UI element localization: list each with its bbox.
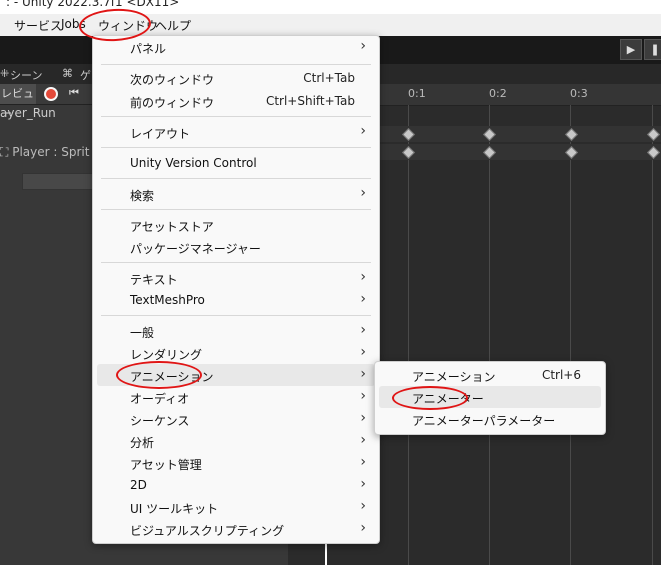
menu-separator [101,262,371,263]
keyframe-row [378,144,661,160]
menu-item-general[interactable]: 一般 › [97,320,375,342]
chevron-right-icon: › [360,476,366,492]
menu-item-ui-toolkit[interactable]: UI ツールキット › [97,496,375,518]
menu-item-audio[interactable]: オーディオ › [97,386,375,408]
menu-item-asset-management[interactable]: アセット管理 › [97,452,375,474]
menu-item-search[interactable]: 検索 › [97,183,375,205]
menu-separator [101,116,371,117]
window-title: : - Unity 2022.3.7f1 <DX11> [6,0,180,9]
title-bar: : - Unity 2022.3.7f1 <DX11> [0,0,661,14]
gamepad-icon: ⌘ [62,67,73,80]
chevron-right-icon: › [360,322,366,338]
chevron-right-icon: › [360,38,366,54]
timeline-gridline [570,105,571,565]
chevron-right-icon: › [360,185,366,201]
tab-game[interactable]: ゲ [80,67,91,83]
property-label: Player : Sprit [12,145,90,159]
sprite-icon: ⛶ [0,145,9,159]
menu-separator [101,147,371,148]
menu-jobs[interactable]: Jobs [61,17,86,31]
menu-item-text[interactable]: テキスト › [97,267,375,289]
menu-item-analysis[interactable]: 分析 › [97,430,375,452]
menu-services[interactable]: サービス [14,17,62,34]
menu-item-animation[interactable]: アニメーション › [97,364,375,386]
menu-separator [101,209,371,210]
play-button[interactable]: ▶ [620,39,642,60]
submenu-item-animation[interactable]: アニメーション Ctrl+6 [379,364,601,386]
timeline-gridline [489,105,490,565]
property-row[interactable]: ⛶ Player : Sprit [0,145,89,160]
chevron-right-icon: › [360,366,366,382]
menu-help[interactable]: ヘルプ [155,17,191,34]
menu-separator [101,178,371,179]
chevron-right-icon: › [360,344,366,360]
menu-item-visual-scripting[interactable]: ビジュアルスクリプティング › [97,518,375,540]
submenu-item-animator[interactable]: アニメーター [379,386,601,408]
scene-tab-icon: ⁜ [0,67,10,80]
pause-icon: ❚ [650,43,660,56]
menu-item-panels[interactable]: パネル › [97,36,375,58]
chevron-right-icon: › [360,123,366,139]
menu-item-layouts[interactable]: レイアウト › [97,121,375,143]
menu-item-version-control[interactable]: Unity Version Control [97,152,375,174]
menu-item-next-window[interactable]: 次のウィンドウ Ctrl+Tab [97,67,375,89]
tick-label: 0:3 [570,87,588,100]
record-button[interactable] [44,87,58,101]
chevron-right-icon: › [360,291,366,307]
menu-item-previous-window[interactable]: 前のウィンドウ Ctrl+Shift+Tab [97,90,375,112]
timeline-gridline [652,105,653,565]
pause-button[interactable]: ❚ [644,39,661,60]
menu-window[interactable]: ウィンドウ [98,17,158,34]
chevron-right-icon: › [360,432,366,448]
animation-controls: レビュー ⏮ [0,84,98,120]
chevron-right-icon: › [360,388,366,404]
timeline-gridline [408,105,409,565]
clip-name[interactable]: ayer_Run [0,106,56,120]
preview-button[interactable]: レビュー [0,84,36,120]
chevron-right-icon: › [360,410,366,426]
chevron-right-icon: › [360,520,366,536]
chevron-right-icon: › [360,454,366,470]
keyframe-row [378,126,661,142]
menu-bar: サービス Jobs ウィンドウ ヘルプ [0,14,661,36]
play-icon: ▶ [626,43,636,56]
menu-item-textmeshpro[interactable]: TextMeshPro › [97,289,375,311]
menu-item-2d[interactable]: 2D › [97,474,375,496]
window-menu: パネル › 次のウィンドウ Ctrl+Tab 前のウィンドウ Ctrl+Shift+T… [92,35,380,544]
animation-submenu: アニメーション Ctrl+6 アニメーター アニメーターパラメーター [374,361,606,435]
menu-separator [101,315,371,316]
first-frame-icon[interactable]: ⏮ [69,86,79,100]
menu-item-package-manager[interactable]: パッケージマネージャー [97,236,375,258]
menu-separator [101,64,371,65]
tick-label: 0:1 [408,87,426,100]
menu-item-sequencing[interactable]: シーケンス › [97,408,375,430]
chevron-right-icon: › [360,269,366,285]
menu-item-rendering[interactable]: レンダリング › [97,342,375,364]
submenu-item-animator-parameters[interactable]: アニメーターパラメーター [379,408,601,430]
tab-scene[interactable]: シーン [10,67,42,83]
menu-item-asset-store[interactable]: アセットストア [97,214,375,236]
chevron-right-icon: › [360,498,366,514]
tick-label: 0:2 [489,87,507,100]
